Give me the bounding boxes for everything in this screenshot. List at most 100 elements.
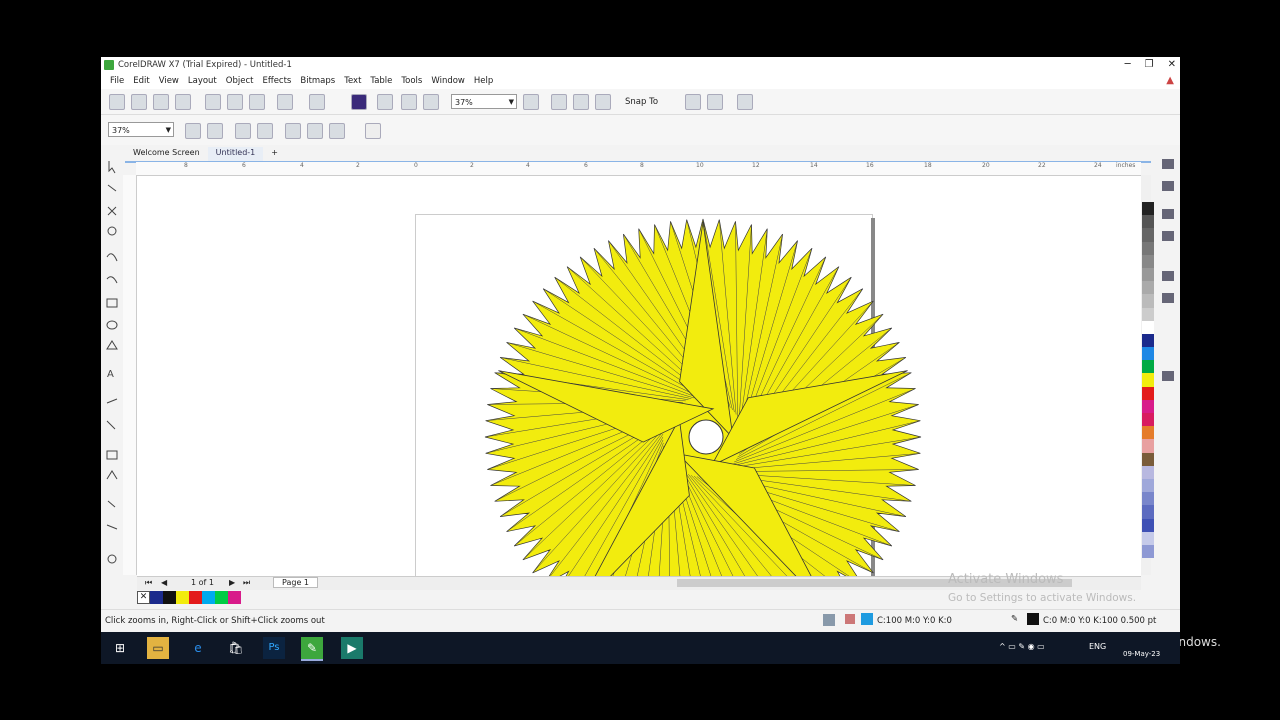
- menu-file[interactable]: File: [110, 76, 124, 86]
- palette-swatch[interactable]: [1142, 399, 1154, 413]
- menu-object[interactable]: Object: [226, 76, 254, 86]
- freehand-tool-icon[interactable]: [106, 253, 118, 262]
- interactive-fill-tool-icon[interactable]: [106, 524, 118, 530]
- fill-icon[interactable]: [845, 614, 855, 624]
- edge-browser-icon[interactable]: e: [187, 637, 209, 659]
- contour-icon[interactable]: [1162, 293, 1174, 303]
- export-button[interactable]: [401, 94, 417, 110]
- windows-start-icon[interactable]: ⊞: [109, 637, 131, 659]
- show-rulers-button[interactable]: [551, 94, 567, 110]
- tray-icons[interactable]: ^ ▭ ✎ ◉ ▭: [999, 642, 1045, 651]
- last-page-icon[interactable]: ⏭: [243, 578, 250, 588]
- document-palette-swatch[interactable]: [202, 591, 215, 604]
- search-content-button[interactable]: [351, 94, 367, 110]
- print-button[interactable]: [175, 94, 191, 110]
- next-page-icon[interactable]: ▶: [229, 578, 235, 587]
- palette-swatch[interactable]: [1142, 373, 1154, 387]
- restore-button[interactable]: ❐: [1145, 57, 1154, 73]
- drop-shadow-tool-icon[interactable]: [106, 450, 118, 460]
- file-explorer-icon[interactable]: ▭: [147, 637, 169, 659]
- eyedropper-tool-icon[interactable]: [107, 500, 116, 508]
- rotate-icon[interactable]: [1162, 371, 1174, 381]
- photoshop-icon[interactable]: Ps: [263, 637, 285, 659]
- drawing-canvas[interactable]: [137, 176, 1141, 576]
- menu-edit[interactable]: Edit: [133, 76, 149, 86]
- open-button[interactable]: [131, 94, 147, 110]
- zoom-selected-button[interactable]: [235, 123, 251, 139]
- show-guidelines-button[interactable]: [595, 94, 611, 110]
- palette-swatch[interactable]: [1142, 505, 1154, 519]
- previous-page-icon[interactable]: ◀: [161, 578, 167, 587]
- palette-swatch[interactable]: [1142, 267, 1154, 282]
- outline-color-swatch[interactable]: [1027, 613, 1039, 625]
- palette-swatch[interactable]: [1142, 413, 1154, 427]
- save-button[interactable]: [153, 94, 169, 110]
- zoom-page-button[interactable]: [285, 123, 301, 139]
- crop-tool-icon[interactable]: [107, 206, 117, 216]
- ellipse-tool-icon[interactable]: [106, 320, 118, 330]
- center-circle[interactable]: [688, 419, 724, 455]
- menu-help[interactable]: Help: [474, 76, 493, 86]
- palette-swatch[interactable]: [1142, 518, 1154, 532]
- connector-tool-icon[interactable]: [106, 420, 116, 430]
- new-document-button[interactable]: [109, 94, 125, 110]
- object-manager-icon[interactable]: [1162, 231, 1174, 241]
- menu-text[interactable]: Text: [344, 76, 361, 86]
- cut-button[interactable]: [205, 94, 221, 110]
- palette-swatch[interactable]: [1142, 452, 1154, 466]
- account-icon[interactable]: ▲: [1166, 75, 1174, 86]
- palette-swatch[interactable]: [1142, 347, 1154, 361]
- hints-icon[interactable]: [1162, 271, 1174, 281]
- palette-swatch[interactable]: [1142, 386, 1154, 400]
- shape-tool-icon[interactable]: [107, 184, 117, 192]
- palette-swatch[interactable]: [1142, 228, 1154, 242]
- fill-color-swatch[interactable]: [861, 613, 873, 625]
- zoom-page-height-button[interactable]: [329, 123, 345, 139]
- add-preset-button[interactable]: [365, 123, 381, 139]
- menu-table[interactable]: Table: [370, 76, 392, 86]
- document-palette-swatch[interactable]: [176, 591, 189, 604]
- snap-to-dropdown[interactable]: Snap To: [625, 97, 658, 107]
- parallel-dimension-tool-icon[interactable]: [106, 398, 118, 404]
- application-launcher-button[interactable]: [707, 94, 723, 110]
- document-palette-swatch[interactable]: [228, 591, 241, 604]
- palette-swatch[interactable]: [1142, 544, 1154, 559]
- palette-swatch[interactable]: [1142, 465, 1154, 479]
- star-artwork[interactable]: [137, 176, 1141, 576]
- palette-swatch[interactable]: [1142, 294, 1154, 308]
- palette-swatch[interactable]: [1142, 215, 1154, 229]
- coreldraw-taskbar-icon[interactable]: ✎: [301, 637, 323, 661]
- palette-swatch[interactable]: [1142, 320, 1154, 334]
- palette-swatch[interactable]: [1142, 333, 1154, 348]
- text-tool-icon[interactable]: A: [107, 369, 114, 380]
- add-tab-icon[interactable]: +: [263, 147, 286, 161]
- page-tab-1[interactable]: Page 1: [273, 577, 318, 588]
- language-indicator[interactable]: ENG: [1089, 642, 1106, 651]
- property-zoom-select[interactable]: 37% ▼: [108, 122, 174, 137]
- first-page-icon[interactable]: ⏮: [145, 578, 152, 588]
- transformations-icon[interactable]: [1162, 181, 1174, 191]
- publish-pdf-button[interactable]: [423, 94, 439, 110]
- import-button[interactable]: [377, 94, 393, 110]
- palette-swatch[interactable]: [1142, 307, 1154, 321]
- palette-swatch[interactable]: [1142, 254, 1154, 268]
- color-proof-icon[interactable]: [823, 614, 835, 626]
- date-indicator[interactable]: 09-May-23: [1123, 650, 1160, 658]
- palette-swatch[interactable]: [1142, 426, 1154, 440]
- rectangle-tool-icon[interactable]: [106, 298, 118, 308]
- object-properties-icon[interactable]: [1162, 159, 1174, 169]
- document-palette-swatch[interactable]: [150, 591, 163, 604]
- full-screen-button[interactable]: [523, 94, 539, 110]
- pick-tool-icon[interactable]: [108, 161, 116, 174]
- align-distribute-icon[interactable]: [1162, 209, 1174, 219]
- tab-untitled-1[interactable]: Untitled-1: [207, 147, 264, 161]
- document-palette-swatch[interactable]: [189, 591, 202, 604]
- options-button[interactable]: [685, 94, 701, 110]
- app-taskbar-icon[interactable]: ▶: [341, 637, 363, 659]
- paste-button[interactable]: [249, 94, 265, 110]
- welcome-screen-button[interactable]: [737, 94, 753, 110]
- undo-button[interactable]: [277, 94, 293, 110]
- palette-swatch[interactable]: [1142, 241, 1154, 255]
- polygon-tool-icon[interactable]: [106, 340, 118, 350]
- no-color-swatch[interactable]: ✕: [137, 591, 150, 604]
